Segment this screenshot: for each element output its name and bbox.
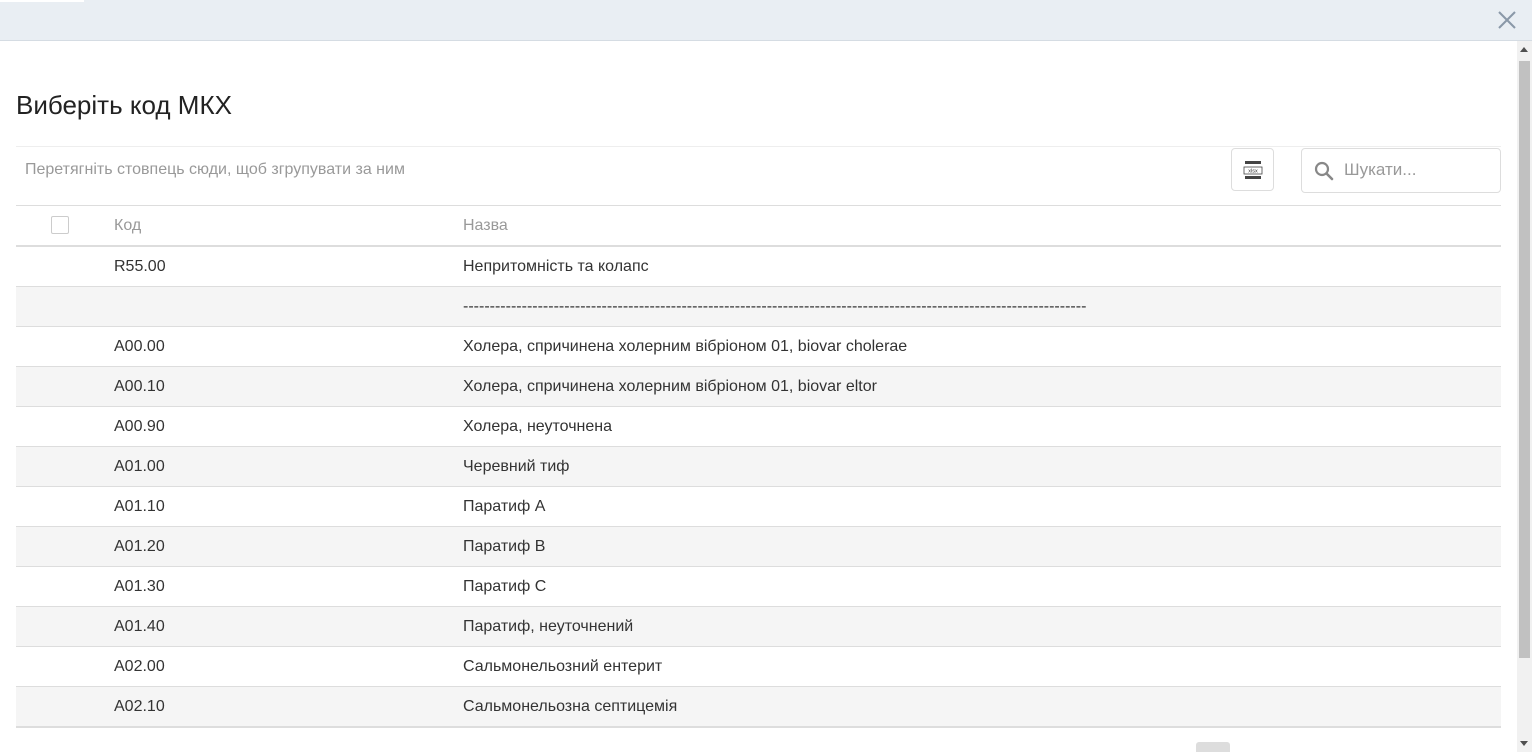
- row-name: Сальмонельозний ентерит: [463, 658, 663, 675]
- row-code: A00.10: [114, 378, 165, 395]
- scrollbar-thumb[interactable]: [1519, 61, 1530, 658]
- scroll-down-icon[interactable]: [1520, 741, 1528, 746]
- row-code: A01.00: [114, 458, 165, 475]
- search-icon: [1314, 161, 1334, 181]
- close-icon: [1498, 11, 1516, 29]
- row-code: A01.10: [114, 498, 165, 515]
- row-name: Паратиф В: [463, 538, 546, 555]
- row-code: A00.00: [114, 338, 165, 355]
- row-code: A01.30: [114, 578, 165, 595]
- row-code: A02.10: [114, 698, 165, 715]
- close-button[interactable]: [1496, 9, 1518, 31]
- row-name: Холера, спричинена холерним вібріоном 01…: [463, 338, 908, 355]
- row-name: Холера, спричинена холерним вібріоном 01…: [463, 378, 877, 395]
- grid-toolbar: Перетягніть стовпець сюди, щоб згрупуват…: [16, 146, 1501, 206]
- column-header-code[interactable]: Код: [114, 217, 141, 235]
- grid-footer-edge: [16, 727, 1501, 740]
- row-name: Паратиф А: [463, 498, 546, 515]
- row-name: Черевний тиф: [463, 458, 570, 475]
- row-name: ----------------------------------------…: [463, 298, 1087, 315]
- table-row[interactable]: A02.10 Сальмонельозна септицемія: [16, 687, 1501, 727]
- dialog-titlebar: [0, 0, 1532, 41]
- table-row[interactable]: A00.00 Холера, спричинена холерним вібрі…: [16, 327, 1501, 367]
- xlsx-export-icon: xlsx: [1243, 161, 1263, 179]
- scroll-up-icon[interactable]: [1520, 47, 1528, 52]
- table-row[interactable]: A01.20 Паратиф В: [16, 527, 1501, 567]
- row-name: Холера, неуточнена: [463, 418, 613, 435]
- row-name: Паратиф, неуточнений: [463, 618, 634, 635]
- row-name: Сальмонельозна септицемія: [463, 698, 678, 715]
- row-code: A01.20: [114, 538, 165, 555]
- table-row[interactable]: R55.00 Непритомність та колапс: [16, 247, 1501, 287]
- table-row[interactable]: A01.00 Черевний тиф: [16, 447, 1501, 487]
- export-xlsx-button[interactable]: xlsx: [1231, 148, 1274, 191]
- row-code: R55.00: [114, 258, 166, 275]
- table-row[interactable]: ----------------------------------------…: [16, 287, 1501, 327]
- row-name: Паратиф С: [463, 578, 547, 595]
- grid-header: Код Назва: [16, 206, 1501, 247]
- icd-code-grid: Код Назва R55.00 Непритомність та колапс…: [16, 206, 1501, 740]
- column-header-name[interactable]: Назва: [463, 217, 508, 235]
- table-row[interactable]: A01.10 Паратиф А: [16, 487, 1501, 527]
- row-code: A01.40: [114, 618, 165, 635]
- row-code: A00.90: [114, 418, 165, 435]
- table-row[interactable]: A01.40 Паратиф, неуточнений: [16, 607, 1501, 647]
- svg-text:xlsx: xlsx: [1248, 169, 1258, 175]
- vertical-scrollbar[interactable]: [1517, 41, 1532, 752]
- table-row[interactable]: A01.30 Паратиф С: [16, 567, 1501, 607]
- row-name: Непритомність та колапс: [463, 258, 649, 275]
- search-box[interactable]: [1301, 148, 1501, 193]
- table-row[interactable]: A02.00 Сальмонельозний ентерит: [16, 647, 1501, 687]
- select-all-checkbox[interactable]: [51, 216, 69, 234]
- search-input[interactable]: [1344, 159, 1494, 181]
- dialog-title: Виберіть код МКХ: [16, 90, 232, 120]
- table-row[interactable]: A00.90 Холера, неуточнена: [16, 407, 1501, 447]
- pager-button[interactable]: [1196, 742, 1230, 752]
- titlebar-accent: [0, 0, 84, 2]
- group-panel-hint[interactable]: Перетягніть стовпець сюди, щоб згрупуват…: [25, 161, 405, 179]
- table-row[interactable]: A00.10 Холера, спричинена холерним вібрі…: [16, 367, 1501, 407]
- row-code: A02.00: [114, 658, 165, 675]
